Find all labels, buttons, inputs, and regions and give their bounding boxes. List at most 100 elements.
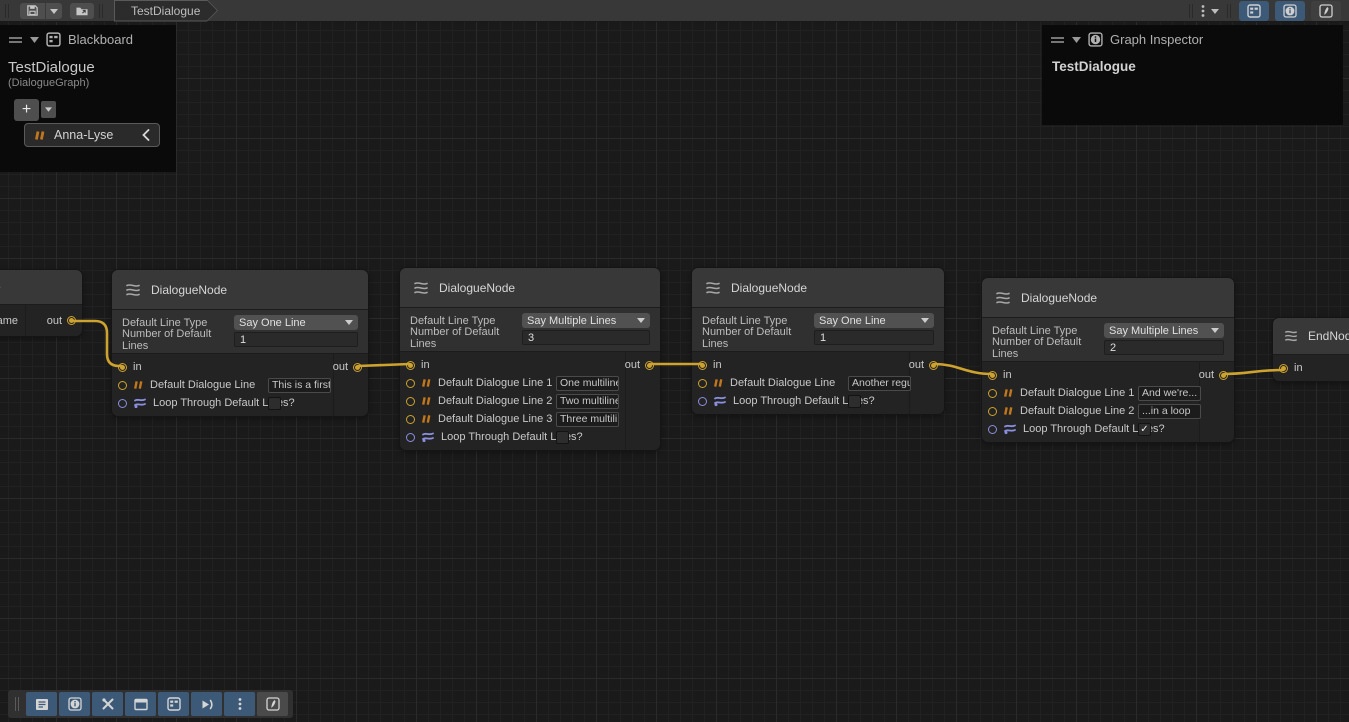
line-type-dropdown[interactable]: Say One Line <box>814 313 934 328</box>
out-port[interactable] <box>645 361 654 370</box>
line-count-field[interactable]: 3 <box>522 330 650 345</box>
end-node[interactable]: EndNode in <box>1273 318 1349 381</box>
in-port-label: in <box>1294 362 1303 374</box>
line-count-field[interactable]: 1 <box>234 332 358 347</box>
out-port-label: out <box>625 359 640 371</box>
add-variable-options-button[interactable] <box>41 101 56 118</box>
graph-canvas[interactable]: Node kerName out DialogueNode <box>0 22 1349 722</box>
blackboard-panel: Blackboard TestDialogue (DialogueGraph) … <box>0 25 176 172</box>
blackboard-toggle-bottom[interactable] <box>158 692 189 716</box>
chevron-down-icon <box>1211 8 1219 14</box>
node-title: DialogueNode <box>731 281 807 295</box>
node-header[interactable]: DialogueNode <box>112 270 368 310</box>
playmode-toggle[interactable] <box>191 692 222 716</box>
dialogue-node-4[interactable]: DialogueNode Default Line Type Say Multi… <box>982 278 1234 442</box>
node-header[interactable]: DialogueNode <box>400 268 660 308</box>
collapse-triangle-icon[interactable] <box>1072 37 1081 43</box>
out-port-label: out <box>333 361 348 373</box>
dialogue-line-field[interactable]: ...in a loop <box>1138 404 1201 419</box>
line-count-field[interactable]: 1 <box>814 330 934 345</box>
graph-inspector-toggle[interactable] <box>1275 1 1305 21</box>
out-port[interactable] <box>1219 371 1228 380</box>
graph-tab[interactable]: TestDialogue <box>114 0 218 22</box>
open-folder-icon <box>75 5 89 17</box>
loop-checkbox[interactable] <box>848 395 861 408</box>
open-asset-button[interactable] <box>70 3 94 19</box>
spark-toggle-bottom[interactable] <box>257 692 288 716</box>
loop-checkbox[interactable] <box>556 431 569 444</box>
save-icon <box>26 4 39 17</box>
loop-port[interactable] <box>406 433 415 442</box>
overflow-menu-caret[interactable] <box>1208 8 1222 14</box>
save-options-button[interactable] <box>46 3 62 19</box>
in-port[interactable] <box>988 371 997 380</box>
dialogue-line-port[interactable] <box>988 389 997 398</box>
speaker-node-partial[interactable]: Node kerName out <box>0 270 82 336</box>
loop-port[interactable] <box>988 425 997 434</box>
console-toggle[interactable] <box>26 692 57 716</box>
in-port[interactable] <box>1279 364 1288 373</box>
checkmark-icon: ✓ <box>1140 424 1148 435</box>
node-title: DialogueNode <box>439 281 515 295</box>
dialogue-line-field[interactable]: One multiline <box>556 376 619 391</box>
drag-handle-icon[interactable] <box>8 35 23 45</box>
info-icon <box>1283 4 1297 18</box>
dialogue-node-1[interactable]: DialogueNode Default Line Type Say One L… <box>112 270 368 416</box>
node-properties: Default Line Type Say One Line Number of… <box>692 308 944 352</box>
out-port[interactable] <box>67 316 76 325</box>
save-button[interactable] <box>20 3 46 19</box>
dialogue-line-field[interactable]: Three multili <box>556 412 619 427</box>
variable-pill[interactable]: Anna-Lyse <box>24 123 160 147</box>
line-type-dropdown[interactable]: Say One Line <box>234 315 358 330</box>
quote-icon <box>1003 406 1014 416</box>
in-port[interactable] <box>406 361 415 370</box>
dialogue-line-field[interactable]: This is a first <box>268 378 331 393</box>
dialogue-node-2[interactable]: DialogueNode Default Line Type Say Multi… <box>400 268 660 450</box>
chevron-left-icon[interactable] <box>142 129 150 141</box>
chevron-down-icon <box>45 107 52 112</box>
dialogue-flow-icon <box>1283 329 1299 343</box>
add-variable-button[interactable]: + <box>14 99 39 121</box>
loop-checkbox[interactable] <box>268 397 281 410</box>
overflow-menu-button[interactable] <box>1198 4 1208 18</box>
tools-toggle[interactable] <box>92 692 123 716</box>
loop-port[interactable] <box>698 397 707 406</box>
dialogue-line-field[interactable]: Two multiline <box>556 394 619 409</box>
in-port[interactable] <box>698 361 707 370</box>
out-port[interactable] <box>353 363 362 372</box>
dialogue-line-port[interactable] <box>988 407 997 416</box>
loop-port[interactable] <box>118 399 127 408</box>
line-type-dropdown[interactable]: Say Multiple Lines <box>1104 323 1224 338</box>
collapse-triangle-icon[interactable] <box>30 37 39 43</box>
node-header[interactable]: Node <box>0 270 82 305</box>
dialogue-line-port[interactable] <box>406 397 415 406</box>
chevron-down-icon <box>921 318 929 323</box>
drag-handle-icon[interactable] <box>1050 35 1065 45</box>
port-label: kerName <box>0 315 25 327</box>
in-port-label: in <box>713 359 722 371</box>
more-options-toggle[interactable] <box>224 692 255 716</box>
dialogue-line-field[interactable]: Another regu <box>848 376 911 391</box>
blackboard-toggle[interactable] <box>1239 1 1269 21</box>
dialogue-line-port[interactable] <box>406 415 415 424</box>
line-type-dropdown[interactable]: Say Multiple Lines <box>522 313 650 328</box>
toolbar-drag-handle[interactable] <box>15 697 19 711</box>
dialogue-node-3[interactable]: DialogueNode Default Line Type Say One L… <box>692 268 944 414</box>
window-toggle[interactable] <box>125 692 156 716</box>
dialogue-line-field[interactable]: And we're... <box>1138 386 1201 401</box>
dialogue-line-port[interactable] <box>698 379 707 388</box>
line-count-field[interactable]: 2 <box>1104 340 1224 355</box>
node-header[interactable]: DialogueNode <box>982 278 1234 318</box>
dialogue-flow-icon <box>704 280 722 296</box>
dialogue-line-port[interactable] <box>406 379 415 388</box>
loop-checkbox[interactable]: ✓ <box>1138 423 1151 436</box>
node-header[interactable]: DialogueNode <box>692 268 944 308</box>
inspector-toggle[interactable] <box>59 692 90 716</box>
out-port[interactable] <box>929 361 938 370</box>
node-header[interactable]: EndNode <box>1273 318 1349 355</box>
dialogue-flow-icon <box>124 282 142 298</box>
spark-panel-toggle[interactable] <box>1311 1 1341 21</box>
in-port[interactable] <box>118 363 127 372</box>
quote-icon <box>34 130 46 141</box>
dialogue-line-port[interactable] <box>118 381 127 390</box>
